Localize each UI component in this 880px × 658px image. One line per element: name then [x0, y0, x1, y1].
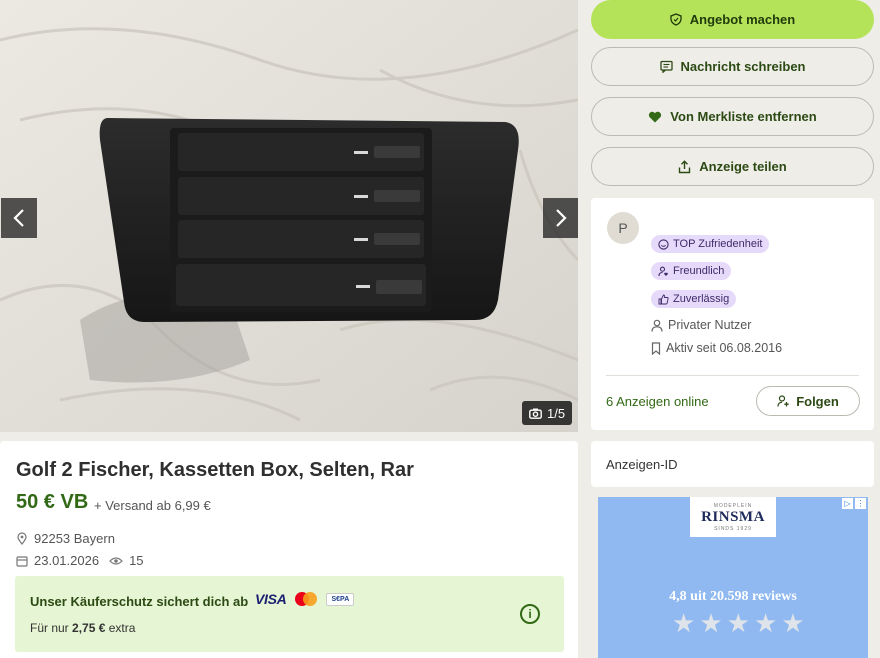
badge-label: Freundlich [673, 265, 725, 277]
image-counter-text: 1/5 [547, 405, 566, 421]
listing-photo[interactable] [0, 0, 578, 432]
make-offer-button[interactable]: Angebot machen [591, 0, 874, 39]
share-listing-label: Anzeige teilen [699, 159, 787, 174]
ad-reviews-text: 4,8 uit 20.598 reviews [669, 589, 797, 604]
date-text: 23.01.2026 [34, 553, 100, 568]
ad-id-card: Anzeigen-ID [591, 441, 874, 487]
avatar[interactable]: P [607, 212, 639, 244]
badge-friendly: Freundlich [651, 262, 732, 280]
listing-price: 50 € VB [16, 491, 89, 513]
info-icon[interactable]: i [520, 604, 540, 624]
payment-logos: VISA S€PA [255, 591, 355, 607]
advertisement-banner[interactable]: MODEPLEIN RINSMA SINDS 1929 ▷ ⋮ 4,8 uit … [598, 497, 868, 658]
chevron-left-icon [13, 209, 24, 227]
image-counter[interactable]: 1/5 [522, 401, 573, 425]
badge-top-satisfaction: TOP Zufriedenheit [651, 235, 770, 253]
ad-choices-icon[interactable]: ▷ [842, 498, 853, 509]
star-icon: ★ [753, 608, 778, 638]
camera-icon [529, 408, 542, 419]
user-heart-icon [658, 266, 668, 276]
buyer-protection-title: Unser Käuferschutz sichert dich ab [30, 594, 249, 609]
seller-active-since: Aktiv seit 06.08.2016 [651, 341, 782, 355]
buyer-protection-fee: Für nur 2,75 € extra [30, 621, 135, 635]
ad-rating-stars: ★ ★ ★ ★ ★ [672, 610, 805, 636]
view-count: 15 [129, 553, 144, 568]
buyer-protection-box: Unser Käuferschutz sichert dich ab VISA … [15, 576, 564, 652]
star-icon: ★ [672, 608, 696, 638]
thumbs-up-icon [658, 294, 669, 304]
message-icon [659, 60, 673, 73]
listing-details: Golf 2 Fischer, Kassetten Box, Selten, R… [0, 441, 578, 658]
mastercard-logo [295, 592, 318, 606]
star-icon: ★ [781, 608, 805, 638]
brand-name: RINSMA [701, 508, 765, 525]
ad-menu-icon[interactable]: ⋮ [855, 498, 866, 509]
brand-tag: SINDS 1929 [714, 525, 752, 532]
write-message-label: Nachricht schreiben [680, 59, 806, 74]
divider [606, 375, 859, 376]
bookmark-icon [651, 341, 661, 355]
sepa-logo: S€PA [326, 592, 355, 606]
chevron-right-icon [556, 209, 567, 227]
ad-id-label: Anzeigen-ID [606, 457, 678, 472]
seller-card: P TOP Zufriedenheit Freundlich Zuverläss… [591, 198, 874, 430]
location-text: 92253 Bayern [34, 531, 115, 546]
active-since-text: Aktiv seit 06.08.2016 [666, 341, 783, 355]
ad-choices[interactable]: ▷ ⋮ [842, 498, 866, 509]
seller-type: Privater Nutzer [651, 318, 751, 332]
badge-label: TOP Zufriedenheit [673, 238, 763, 250]
seller-ads-online-link[interactable]: 6 Anzeigen online [606, 394, 709, 409]
user-icon [651, 319, 663, 332]
user-plus-icon [777, 395, 789, 407]
write-message-button[interactable]: Nachricht schreiben [591, 47, 874, 86]
star-icon: ★ [726, 608, 750, 638]
make-offer-label: Angebot machen [689, 12, 796, 27]
listing-title: Golf 2 Fischer, Kassetten Box, Selten, R… [16, 459, 414, 481]
follow-label: Folgen [796, 393, 839, 409]
star-icon: ★ [699, 608, 723, 638]
badge-label: Zuverlässig [673, 293, 730, 305]
fee-amount: 2,75 € [72, 621, 106, 635]
date-row: 23.01.2026 15 [16, 553, 144, 568]
rinsma-logo: MODEPLEIN RINSMA SINDS 1929 [690, 497, 776, 537]
follow-button[interactable]: Folgen [756, 386, 860, 416]
fee-suffix: extra [108, 621, 136, 635]
share-icon [679, 159, 691, 173]
remove-from-watchlist-label: Von Merkliste entfernen [670, 109, 817, 124]
eye-icon [109, 556, 123, 565]
location-pin-icon [17, 532, 27, 545]
remove-from-watchlist-button[interactable]: Von Merkliste entfernen [591, 97, 874, 136]
fee-prefix: Für nur [30, 621, 69, 635]
seller-type-text: Privater Nutzer [668, 318, 752, 332]
next-image-button[interactable] [543, 198, 578, 238]
share-listing-button[interactable]: Anzeige teilen [591, 147, 874, 186]
shield-icon [670, 13, 682, 26]
heart-icon [649, 111, 662, 122]
previous-image-button[interactable] [1, 198, 37, 238]
calendar-icon [16, 555, 28, 567]
image-gallery[interactable]: 1/5 [0, 0, 578, 432]
badge-reliable: Zuverlässig [651, 290, 737, 308]
shipping-info: + Versand ab 6,99 € [94, 498, 211, 513]
smiley-icon [658, 238, 669, 250]
visa-logo: VISA [255, 591, 287, 607]
location-row: 92253 Bayern [16, 531, 115, 546]
